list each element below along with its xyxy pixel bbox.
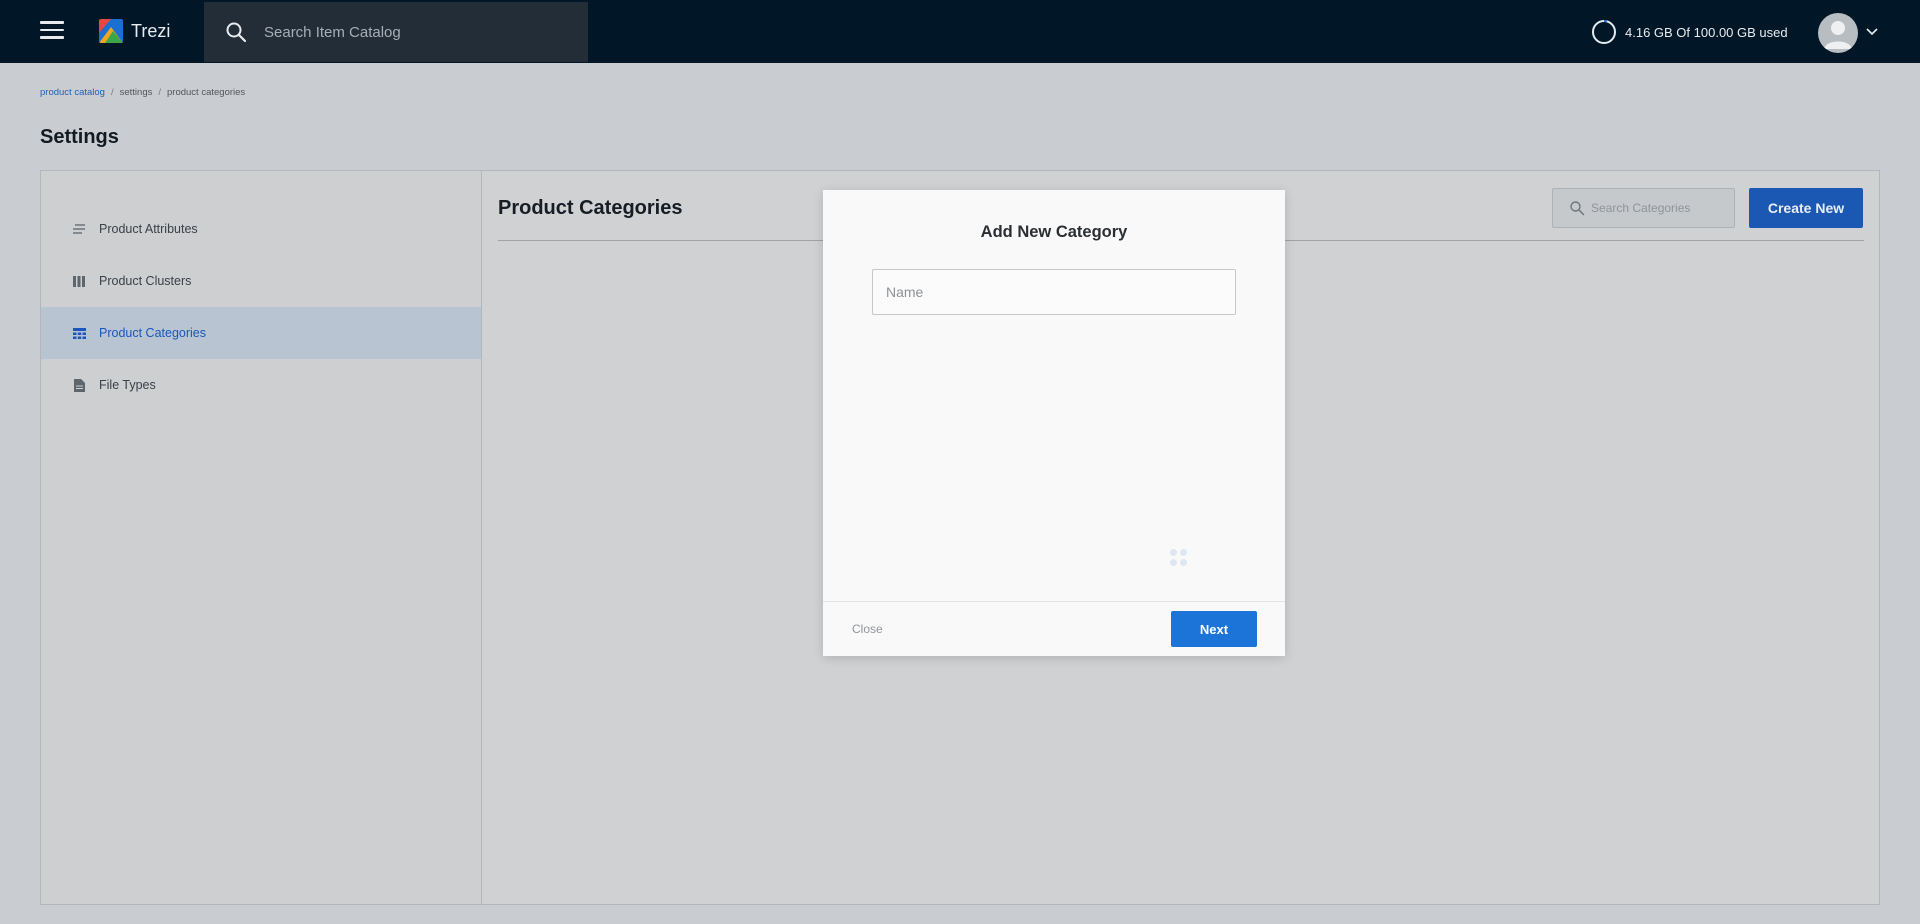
sidebar-item-label: Product Categories xyxy=(99,326,207,340)
content-title: Product Categories xyxy=(498,197,683,219)
app-logo[interactable]: Trezi xyxy=(99,19,170,43)
sidebar-item-label: File Types xyxy=(99,378,156,392)
search-icon xyxy=(1570,201,1585,216)
settings-sidebar: Product Attributes Product Clusters Prod… xyxy=(41,171,482,904)
sidebar-item-label: Product Attributes xyxy=(99,222,198,236)
close-button[interactable]: Close xyxy=(852,622,883,636)
page-title: Settings xyxy=(40,126,119,148)
top-bar: Trezi 4.16 GB Of 100.00 GB used xyxy=(0,0,1920,63)
loading-spinner-icon xyxy=(1170,549,1190,569)
category-name-field[interactable] xyxy=(872,269,1236,315)
trezi-logo-icon xyxy=(99,19,123,43)
sidebar-item-file-types[interactable]: File Types xyxy=(41,359,481,411)
breadcrumb-product-catalog[interactable]: product catalog xyxy=(40,87,105,98)
columns-icon xyxy=(72,274,86,288)
document-icon xyxy=(72,378,86,392)
add-category-modal: Add New Category Close Next xyxy=(823,190,1285,656)
storage-text: 4.16 GB Of 100.00 GB used xyxy=(1625,24,1788,40)
next-button[interactable]: Next xyxy=(1171,611,1257,647)
breadcrumb-settings[interactable]: settings xyxy=(120,87,153,98)
menu-icon[interactable] xyxy=(40,21,64,41)
catalog-search-input[interactable] xyxy=(264,23,564,41)
avatar[interactable] xyxy=(1818,13,1858,53)
breadcrumb-product-categories: product categories xyxy=(167,87,246,98)
category-search[interactable] xyxy=(1552,188,1735,228)
catalog-search[interactable] xyxy=(204,2,588,62)
create-new-button[interactable]: Create New xyxy=(1749,188,1863,228)
storage-indicator: 4.16 GB Of 100.00 GB used xyxy=(1591,19,1788,45)
breadcrumb-separator: / xyxy=(110,87,114,98)
breadcrumb: product catalog / settings / product cat… xyxy=(40,87,245,98)
modal-title: Add New Category xyxy=(980,223,1128,241)
category-search-input[interactable] xyxy=(1591,201,1731,215)
list-lines-icon xyxy=(72,222,86,236)
user-icon xyxy=(1824,21,1852,49)
sidebar-item-product-clusters[interactable]: Product Clusters xyxy=(41,255,481,307)
storage-ring-icon xyxy=(1592,20,1616,44)
breadcrumb-separator: / xyxy=(158,87,161,98)
sidebar-item-product-attributes[interactable]: Product Attributes xyxy=(41,203,481,255)
sidebar-item-label: Product Clusters xyxy=(99,274,192,288)
chevron-down-icon[interactable] xyxy=(1864,24,1880,40)
divider xyxy=(823,601,1285,602)
app-name: Trezi xyxy=(131,20,171,41)
sidebar-item-product-categories[interactable]: Product Categories xyxy=(41,307,481,359)
search-icon xyxy=(226,22,247,43)
table-grid-icon xyxy=(72,326,86,340)
